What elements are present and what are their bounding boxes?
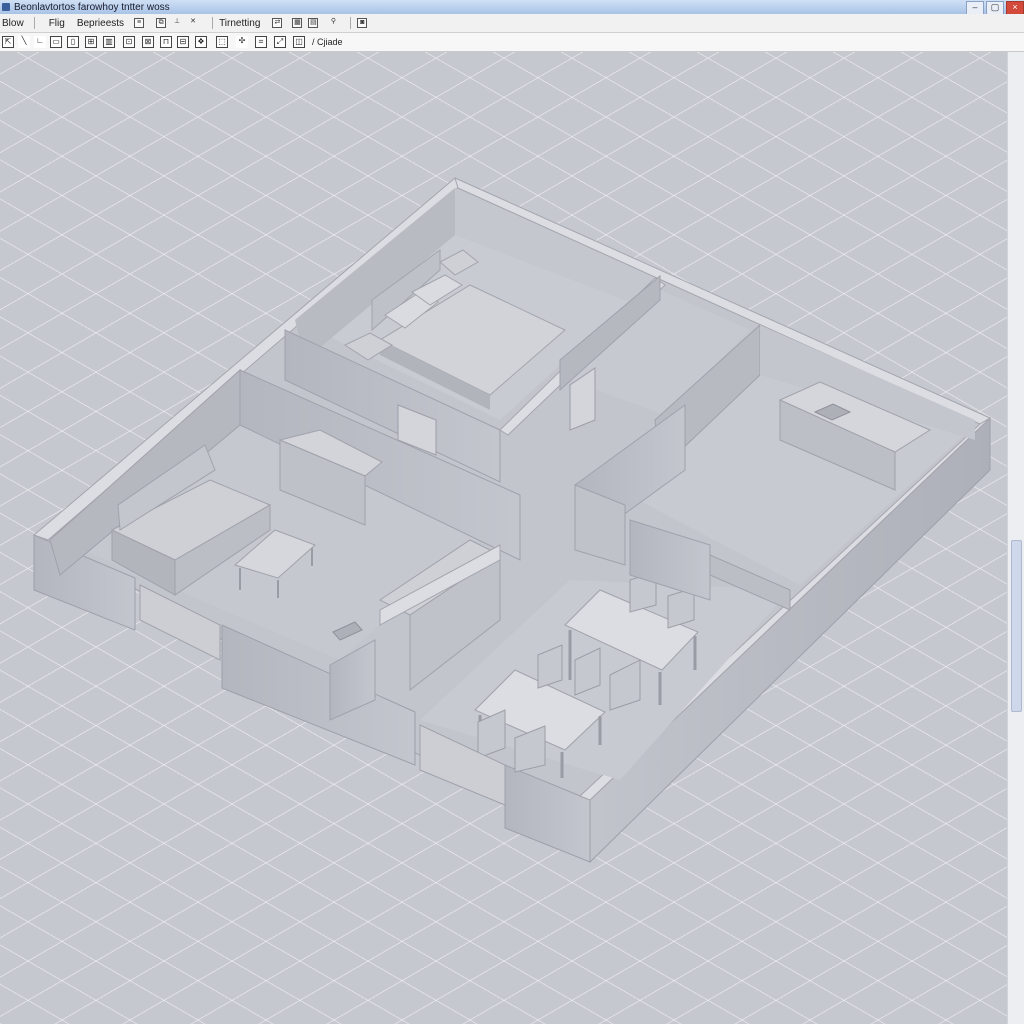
render-icon[interactable]: ◙ (357, 18, 368, 28)
rotate-tool-icon[interactable]: ✣ (236, 36, 248, 48)
door-tool-icon[interactable]: ▯ (67, 36, 79, 48)
window-controls: – ▢ × (964, 0, 1024, 15)
3d-viewport[interactable] (0, 52, 1008, 1024)
app-icon (2, 3, 10, 11)
layout-icon[interactable]: ▦ (292, 18, 303, 28)
window-title: Beonlavtortos farowhoy tntter woss (14, 1, 170, 13)
menu-item-blow[interactable]: Blow (2, 18, 24, 29)
vertical-scrollbar[interactable] (1007, 52, 1024, 1024)
grid-icon[interactable]: ▤ (308, 18, 319, 28)
arrange-icon[interactable]: ⇄ (272, 18, 283, 28)
crop-tool-icon[interactable]: ⌗ (255, 36, 267, 48)
minimize-icon[interactable]: – (966, 1, 984, 15)
menu-separator (350, 17, 352, 29)
toolbar: ⇱ ╲ ∟ ▭ ▯ ⊞ ▥ ⊡ ⊠ ⊓ ⊟ ❖ ⬚ ✣ ⌗ ⤢ ◫ / Cjia… (0, 33, 1024, 52)
close-icon[interactable]: × (1006, 1, 1024, 15)
cut-icon[interactable]: ✕ (188, 18, 198, 28)
copy-icon[interactable]: ⧉ (156, 18, 167, 28)
menu-separator (33, 17, 35, 29)
material-tool-icon[interactable]: ❖ (195, 36, 207, 48)
menu-separator (212, 17, 214, 29)
toolbar-label: / Cjiade (312, 37, 343, 47)
menu-item-flig[interactable]: Flig (49, 18, 65, 29)
wall-tool-icon[interactable]: ⊓ (160, 36, 172, 48)
furniture-tool-icon[interactable]: ⊠ (142, 36, 154, 48)
floor-plan-model (33, 177, 992, 864)
room-tool-icon[interactable]: ⊡ (123, 36, 135, 48)
list-icon[interactable]: ≡ (134, 18, 145, 28)
view-3d-icon[interactable]: ⬚ (216, 36, 228, 48)
maximize-icon[interactable]: ▢ (986, 1, 1004, 15)
menu-bar: Blow Flig Beprieests ≡ ⧉ ⊥ ✕ Tirnetting … (0, 14, 1024, 33)
pin-icon[interactable]: ⊥ (172, 18, 182, 28)
select-tool-icon[interactable]: ⇱ (2, 36, 14, 48)
stair-tool-icon[interactable]: ▥ (103, 36, 115, 48)
menu-item-tirnetting[interactable]: Tirnetting (219, 18, 260, 29)
dimension-tool-icon[interactable]: ⊟ (177, 36, 189, 48)
zoom-tool-icon[interactable]: ⤢ (274, 36, 286, 48)
line-tool-icon[interactable]: ╲ (18, 36, 30, 48)
rectangle-tool-icon[interactable]: ▭ (50, 36, 62, 48)
menu-item-beprieests[interactable]: Beprieests (77, 18, 124, 29)
window-tool-icon[interactable]: ⊞ (85, 36, 97, 48)
scrollbar-thumb[interactable] (1011, 540, 1022, 712)
angle-tool-icon[interactable]: ∟ (34, 36, 46, 48)
title-bar: Beonlavtortos farowhoy tntter woss – ▢ × (0, 0, 1024, 15)
measure-tool-icon[interactable]: ◫ (293, 36, 305, 48)
filter-icon[interactable]: ⚲ (328, 18, 338, 28)
